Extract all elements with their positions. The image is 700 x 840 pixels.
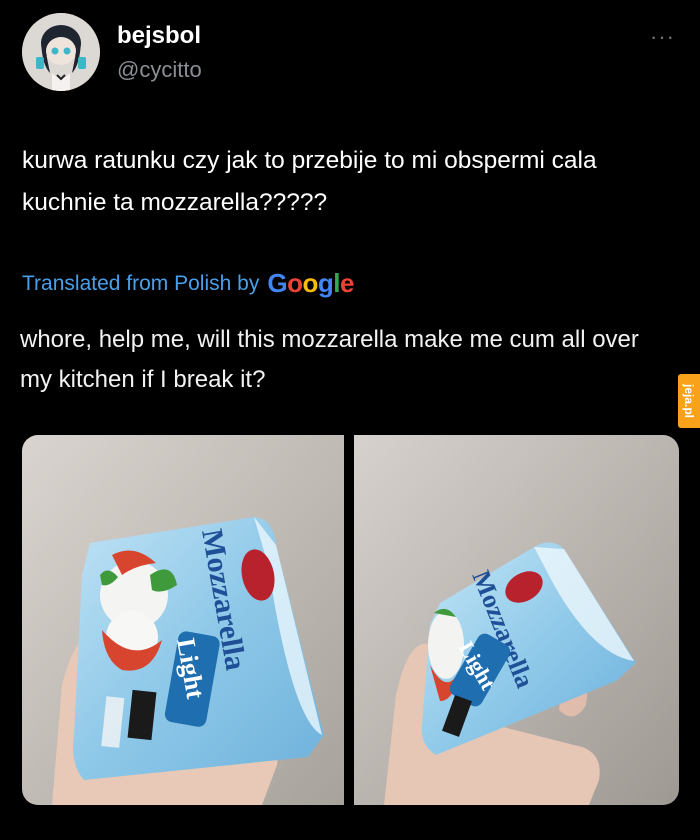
site-watermark: jeja.pl <box>678 374 700 428</box>
tweet-text: kurwa ratunku czy jak to przebije to mi … <box>22 147 597 216</box>
google-letter: o <box>302 268 318 298</box>
more-options-icon[interactable]: ··· <box>650 24 675 50</box>
google-letter: l <box>333 268 340 298</box>
tweet-photo-right[interactable]: Mozzarella Light <box>354 435 679 805</box>
google-letter: g <box>317 268 334 298</box>
google-logo: Google <box>267 268 354 299</box>
google-letter: G <box>267 268 288 298</box>
translated-text: whore, help me, will this mozzarella mak… <box>20 326 639 393</box>
tweet-photo-left[interactable]: Mozzarella Light <box>22 435 344 805</box>
watermark-label: jeja.pl <box>682 383 697 419</box>
avatar[interactable] <box>22 13 100 91</box>
google-letter: e <box>339 268 354 298</box>
translated-from-label: Translated from Polish by <box>22 271 260 295</box>
author-name[interactable]: bejsbol <box>117 22 201 50</box>
translation-attribution[interactable]: Translated from Polish by Google <box>22 268 354 299</box>
google-letter: o <box>287 268 303 298</box>
author-handle[interactable]: @cycitto <box>117 57 202 83</box>
